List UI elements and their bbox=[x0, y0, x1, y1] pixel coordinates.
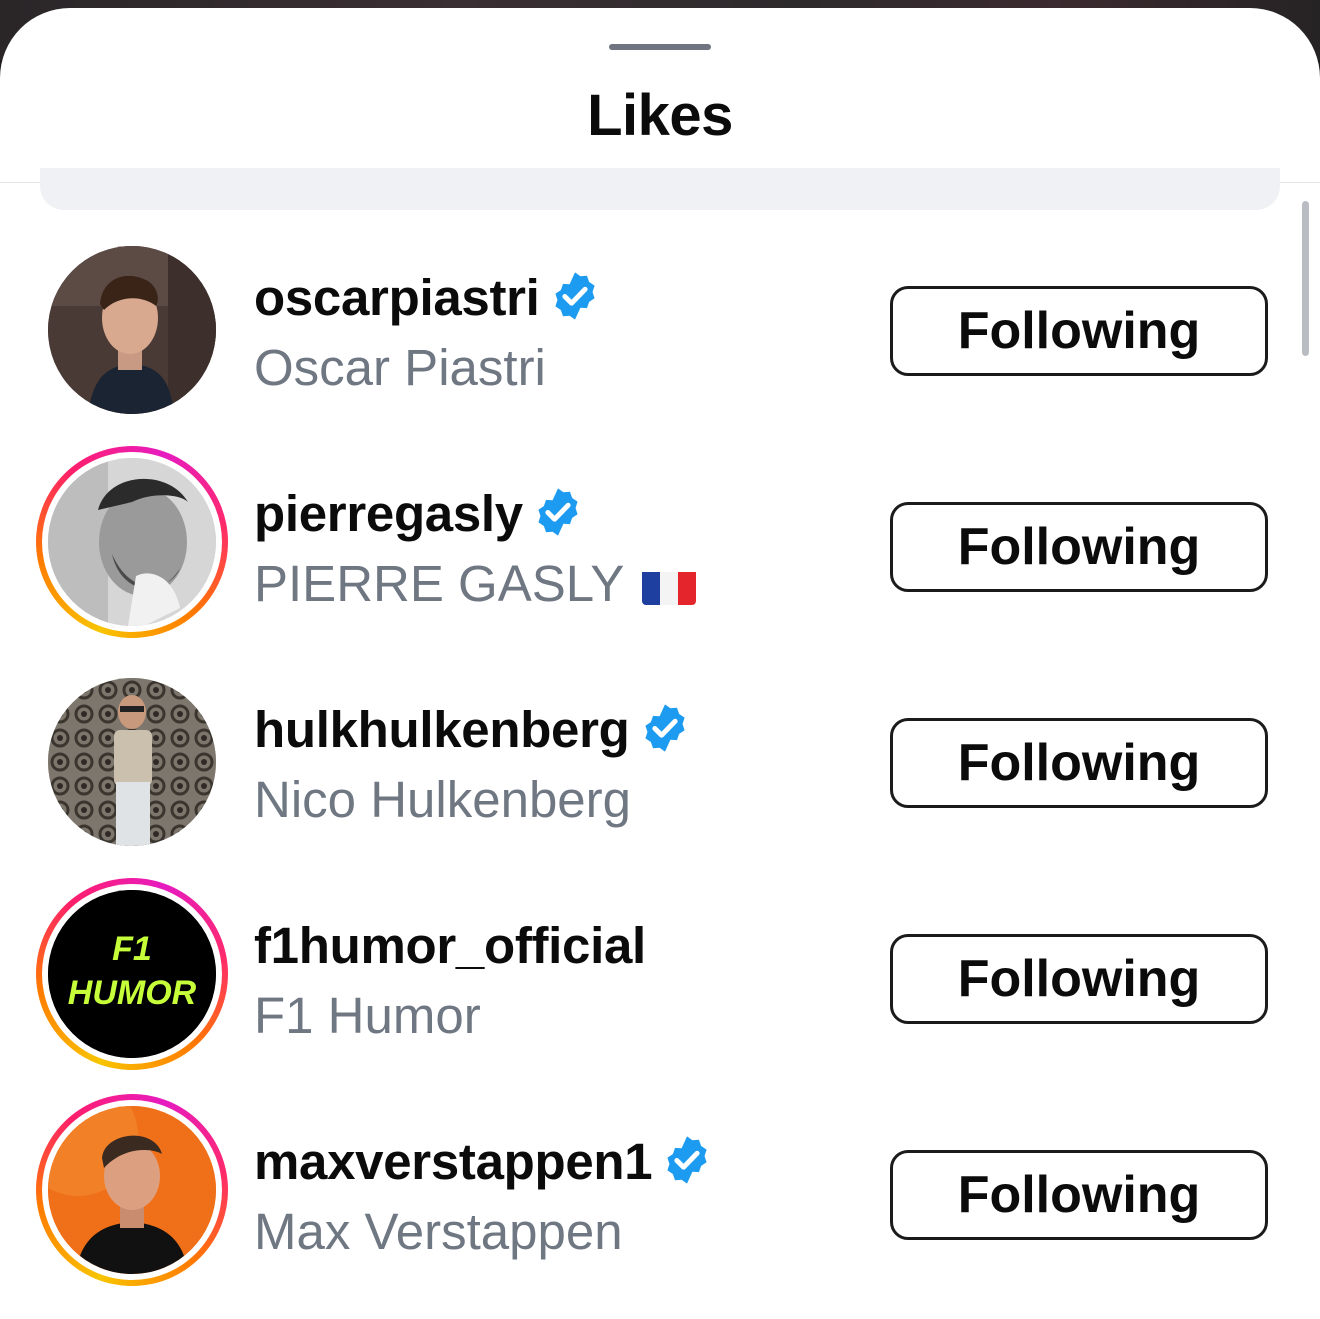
avatar[interactable] bbox=[36, 234, 228, 426]
following-button[interactable]: Following bbox=[890, 934, 1268, 1024]
verified-badge-icon bbox=[667, 1136, 707, 1184]
avatar-story-ring[interactable] bbox=[36, 446, 228, 638]
list-item[interactable]: pierregasly PIERRE GASLY Following bbox=[0, 446, 1320, 650]
sheet-grabber[interactable] bbox=[609, 44, 711, 50]
avatar-photo bbox=[48, 458, 216, 626]
logo-text-humor: HUMOR bbox=[68, 974, 197, 1012]
verified-badge-icon bbox=[554, 272, 595, 320]
list-item[interactable]: oscarpiastri Oscar Piastri Following bbox=[0, 234, 1320, 434]
full-name: Max Verstappen bbox=[254, 1203, 623, 1260]
avatar-logo: F1 HUMOR bbox=[48, 890, 216, 1058]
full-name: Oscar Piastri bbox=[254, 339, 546, 396]
sheet-title: Likes bbox=[587, 83, 733, 148]
logo-text-f1: F1 bbox=[112, 930, 152, 968]
full-name: Nico Hulkenberg bbox=[254, 771, 632, 828]
username[interactable]: pierregasly bbox=[254, 484, 585, 543]
list-item[interactable]: F1 HUMOR f1humor_official F1 Humor Follo… bbox=[0, 878, 1320, 1082]
avatar-story-ring[interactable] bbox=[36, 1094, 228, 1286]
avatar-photo bbox=[48, 678, 216, 846]
full-name: F1 Humor bbox=[254, 987, 481, 1044]
avatar[interactable] bbox=[36, 666, 228, 858]
following-button[interactable]: Following bbox=[890, 502, 1268, 592]
list-item[interactable]: hulkhulkenberg Nico Hulkenberg Following bbox=[0, 666, 1320, 866]
full-name: PIERRE GASLY bbox=[254, 554, 697, 613]
following-button[interactable]: Following bbox=[890, 286, 1268, 376]
france-flag-icon bbox=[642, 565, 697, 605]
avatar-photo bbox=[48, 246, 216, 414]
avatar-photo bbox=[48, 1106, 216, 1274]
username[interactable]: oscarpiastri bbox=[254, 268, 602, 327]
following-button[interactable]: Following bbox=[890, 718, 1268, 808]
likes-sheet: Likes oscarpiastri Oscar Piastri Followi… bbox=[0, 8, 1320, 1319]
following-button[interactable]: Following bbox=[890, 1150, 1268, 1240]
verified-badge-icon bbox=[644, 704, 685, 752]
username[interactable]: maxverstappen1 bbox=[254, 1132, 714, 1191]
search-bar-strip[interactable] bbox=[40, 168, 1280, 210]
username[interactable]: hulkhulkenberg bbox=[254, 700, 692, 759]
list-item[interactable]: maxverstappen1 Max Verstappen Following bbox=[0, 1094, 1320, 1298]
username[interactable]: f1humor_official bbox=[254, 916, 646, 975]
verified-badge-icon bbox=[538, 488, 578, 536]
avatar-story-ring[interactable]: F1 HUMOR bbox=[36, 878, 228, 1070]
